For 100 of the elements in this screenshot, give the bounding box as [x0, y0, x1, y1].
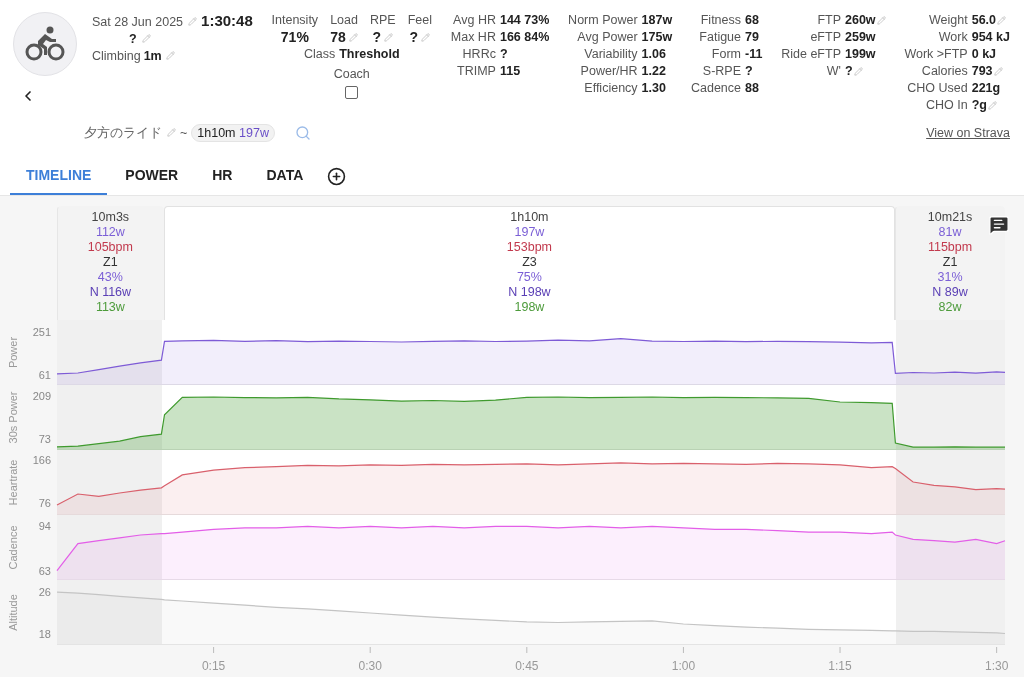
interval-intensity: 43% — [97, 270, 123, 285]
stat-value: 1.30 — [641, 80, 666, 97]
pencil-icon[interactable] — [993, 67, 1003, 76]
axis-label: Cadence — [7, 525, 19, 570]
stat-value: 187w — [641, 12, 673, 29]
axis-label: Power — [7, 336, 19, 369]
stat-label: W' — [825, 63, 841, 80]
stat-label: Fatigue — [698, 29, 742, 46]
interval-duration: 10m21s — [927, 210, 973, 225]
separator-tilde: ~ — [180, 126, 188, 140]
coach-label: Coach — [333, 66, 370, 83]
search-icon[interactable] — [294, 125, 311, 141]
interval-power: 81w — [938, 225, 962, 240]
activity-date: Sat 28 Jun 2025 — [92, 14, 184, 31]
interval-panel[interactable]: 1h10m 197w 153bpm Z3 75% N 198w 198w — [163, 206, 896, 320]
stat-value: 1m — [143, 48, 162, 65]
stat-value: 166 84% — [499, 29, 550, 46]
stat-value: 115 — [499, 63, 521, 80]
stat-value: 175w — [641, 29, 673, 46]
tab[interactable]: HR — [196, 157, 249, 195]
tick-label: 166 — [32, 454, 51, 467]
axis-label: 30s Power — [7, 391, 19, 444]
interval-intensity: 31% — [937, 270, 963, 285]
interval-heartrate: 153bpm — [506, 240, 552, 255]
stat-label: Ride eFTP — [781, 46, 841, 63]
comment-icon[interactable] — [988, 214, 1010, 236]
stat-value: ? — [745, 63, 753, 80]
pencil-icon[interactable] — [853, 67, 863, 76]
stat-label: Avg Power — [576, 29, 638, 46]
interval-zone: Z1 — [942, 255, 958, 270]
tick-mark — [369, 646, 371, 654]
stat-label: Variability — [583, 46, 638, 63]
stat-value: ? — [845, 63, 853, 80]
stat-value: 68 — [745, 12, 759, 29]
pencil-icon[interactable] — [188, 17, 198, 26]
pencil-icon[interactable] — [348, 33, 358, 42]
tick-label: 73 — [38, 432, 51, 445]
stat-label: Work — [937, 29, 968, 46]
interval-normalized-power: N 198w — [508, 285, 551, 300]
strava-link[interactable]: View on Strava — [926, 126, 1010, 140]
activity-duration: 1:30:48 — [201, 12, 253, 29]
stat-value: 88 — [745, 80, 759, 97]
stat-label: Power/HR — [579, 63, 638, 80]
stat-value: 79 — [745, 29, 759, 46]
coach-checkbox[interactable] — [345, 86, 359, 99]
tick-label: 1:15 — [828, 659, 852, 673]
pencil-icon[interactable] — [165, 51, 175, 60]
stat-value: 199w — [845, 46, 876, 63]
pencil-icon[interactable] — [384, 33, 394, 42]
pencil-icon[interactable] — [141, 34, 151, 43]
tick-label: 251 — [32, 326, 51, 338]
interval-intensity: 75% — [516, 270, 542, 285]
stat-value: ? — [409, 29, 419, 46]
tick-mark — [526, 646, 528, 654]
pencil-icon[interactable] — [876, 16, 886, 25]
pencil-icon[interactable] — [988, 101, 997, 110]
interval-chip[interactable]: 1h10m 197w — [191, 124, 275, 142]
stat-value: 221g — [971, 80, 1001, 97]
stat-value: 1.22 — [641, 63, 666, 80]
stat-value: 78 — [330, 29, 346, 46]
stat-value: 71% — [280, 29, 309, 46]
stat-label: CHO Used — [906, 80, 968, 97]
tick-mark — [682, 646, 684, 654]
stat-label: Feel — [407, 12, 432, 29]
stat-label: Intensity — [271, 12, 319, 29]
stat-label: Weight — [928, 12, 968, 29]
tick-label: 61 — [38, 369, 51, 382]
stat-label: Climbing — [92, 48, 141, 65]
tick-label: 0:15 — [201, 659, 226, 673]
tick-label: 18 — [38, 628, 51, 640]
tick-label: 209 — [32, 390, 51, 403]
tick-mark — [996, 646, 998, 654]
pencil-icon[interactable] — [997, 16, 1007, 25]
stat-value: ? — [499, 46, 508, 63]
pencil-icon[interactable] — [421, 33, 431, 42]
stat-value: Threshold — [339, 46, 400, 63]
stat-label: Max HR — [450, 29, 496, 46]
stat-label: S-RPE — [701, 63, 742, 80]
cyclist-icon — [25, 26, 65, 62]
interval-zone: Z1 — [103, 255, 118, 270]
pencil-icon[interactable] — [167, 127, 176, 137]
stat-label: Load — [330, 12, 358, 29]
activity-description: ? — [129, 31, 137, 48]
stat-label: Class — [303, 46, 336, 63]
stat-value: 1.06 — [641, 46, 666, 63]
stat-label: Calories — [920, 63, 968, 80]
stat-value: 954 kJ — [971, 29, 1010, 46]
interval-power: 112w — [95, 225, 125, 240]
tab[interactable]: POWER — [109, 157, 195, 195]
tick-label: 1:00 — [671, 659, 696, 673]
interval-duration: 1h10m — [510, 210, 549, 225]
stat-label: CHO In — [925, 97, 968, 114]
tick-label: 26 — [38, 586, 51, 599]
axis-label: Heartrate — [7, 459, 19, 506]
tab[interactable]: DATA — [250, 157, 320, 195]
stat-label: FTP — [816, 12, 841, 29]
interval-heartrate: 115bpm — [927, 240, 973, 255]
interval-normalized-power: N 116w — [89, 285, 132, 300]
interval-duration: 10m3s — [91, 210, 130, 225]
stat-label: Norm Power — [568, 12, 638, 29]
